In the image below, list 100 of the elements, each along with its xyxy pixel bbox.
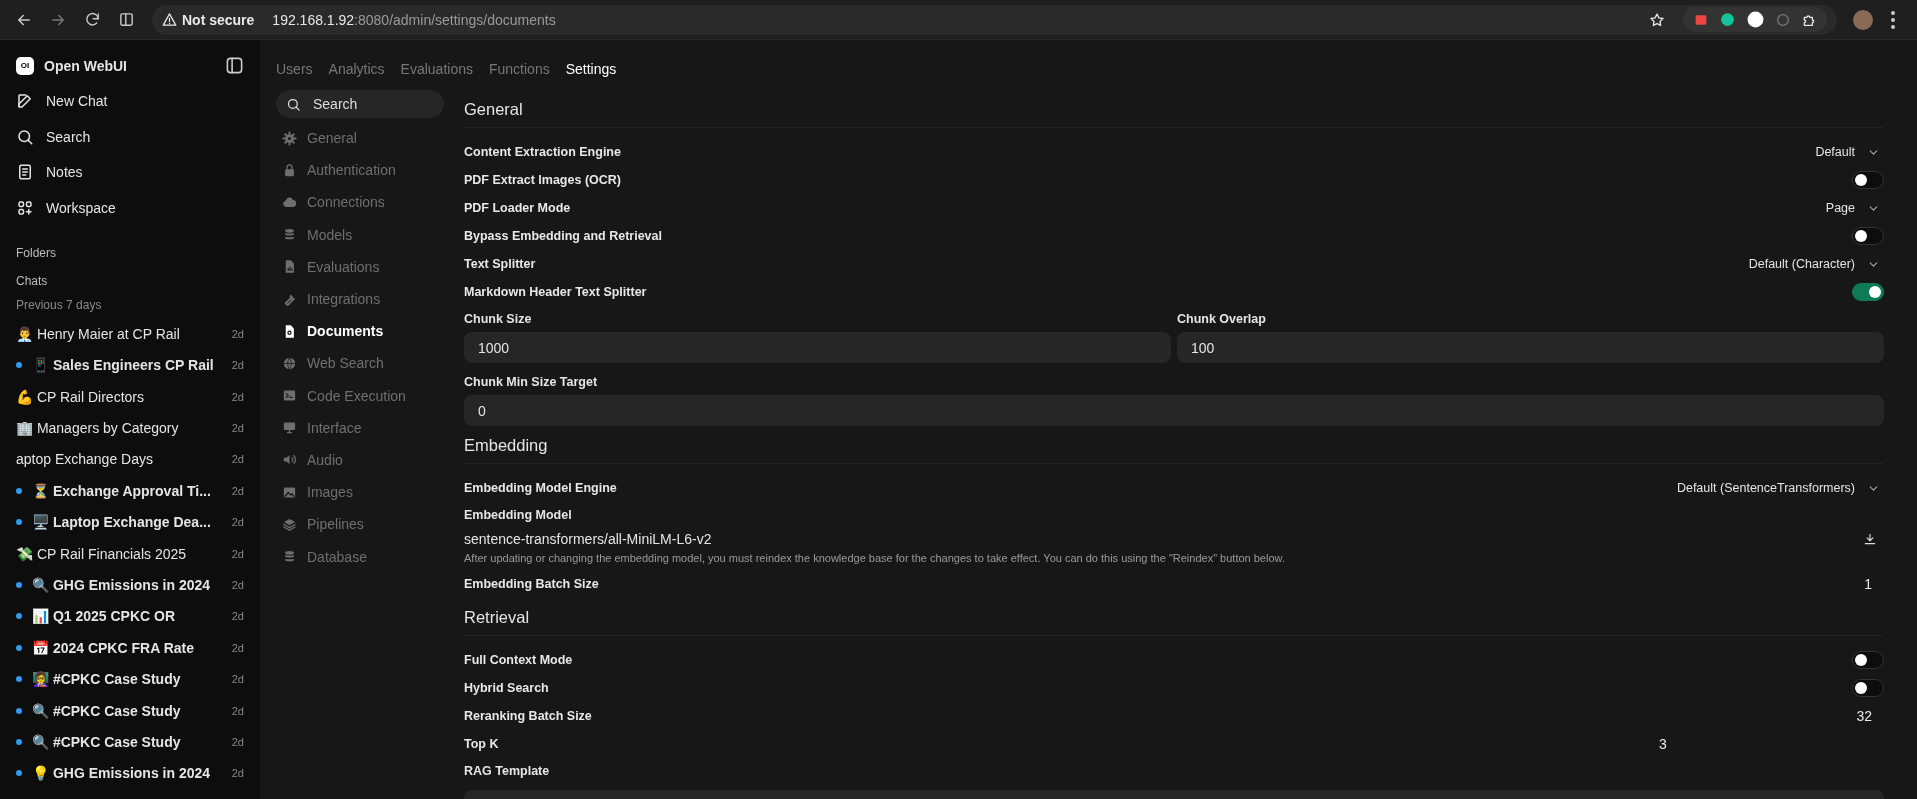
chat-item[interactable]: 📊 Q1 2025 CPKC OR 2d [8, 600, 252, 633]
pencil-icon [16, 91, 34, 110]
sidebar-item[interactable]: Search [8, 118, 252, 155]
chat-title: 📅 2024 CPKC FRA Rate [32, 639, 195, 656]
settings-nav-item[interactable]: Connections [276, 186, 444, 219]
chat-item[interactable]: 📱 Sales Engineers CP Rail 2d [8, 349, 252, 381]
toggle-switch[interactable] [1852, 651, 1884, 669]
settings-nav-item[interactable]: General [276, 122, 444, 155]
field-label: RAG Template [464, 763, 551, 780]
chat-title: 💡 GHG Emissions in 2024 [32, 765, 212, 782]
select-dropdown[interactable]: Default (Character) [1748, 257, 1884, 271]
search-icon [16, 127, 34, 146]
chat-item[interactable]: 👩‍🏫 #CPKC Case Study 2d [8, 663, 252, 695]
chat-title: 💸 CP Rail Financials 2025 [16, 545, 188, 562]
chat-time: 2d [230, 578, 244, 591]
chat-title: 🔍 #CPKC Case Study [32, 734, 182, 750]
split-view-icon [117, 11, 135, 28]
chat-time: 2d [230, 547, 244, 560]
lock-icon [282, 162, 297, 178]
input-field[interactable]: 100 [1177, 332, 1884, 363]
url-text[interactable]: 192.168.1.92:8080/admin/settings/documents [272, 11, 556, 28]
number-value[interactable]: 32 [1856, 708, 1872, 724]
chat-item[interactable]: 💡 GHG Emissions in 2024 2d [8, 757, 252, 790]
toggle-switch[interactable] [1852, 283, 1884, 301]
select-dropdown[interactable]: Default [1815, 145, 1884, 159]
chat-title: ⏳ Exchange Approval Ti... [32, 482, 212, 499]
settings-nav-item[interactable]: Database [276, 540, 444, 573]
input-field[interactable]: 1000 [464, 332, 1171, 363]
number-value[interactable]: 3 [1659, 736, 1667, 752]
group-label: Previous 7 days [15, 297, 103, 314]
sidebar-toggle-icon[interactable] [225, 56, 244, 75]
admin-tab[interactable]: Analytics [328, 61, 385, 77]
section-label[interactable]: Chats [8, 266, 252, 294]
chat-item[interactable]: 🏢 Managers by Category 2d [8, 412, 252, 444]
settings-nav-item[interactable]: Evaluations [276, 250, 444, 283]
section-heading: Embedding [464, 434, 1884, 464]
chat-item[interactable]: 💸 CP Rail Financials 2025 2d [8, 537, 252, 570]
section-heading: Retrieval [464, 606, 1884, 636]
app-name: Open WebUI [44, 57, 128, 74]
apps-icon [16, 199, 34, 218]
layers-icon [282, 516, 297, 532]
help-text: After updating or changing the embedding model, you must reindex the knowledge base for the changes to take effect. You can do this using the "Reindex" button below. [464, 552, 1286, 564]
address-bar[interactable]: Not secure 192.168.1.92:8080/admin/settings/documents [152, 4, 1837, 35]
settings-nav-item[interactable]: Models [276, 218, 444, 251]
chat-time: 2d [230, 484, 244, 497]
toggle-switch[interactable] [1852, 171, 1884, 189]
admin-tab[interactable]: Settings [565, 61, 617, 77]
chat-time: 2d [230, 641, 244, 654]
chat-item[interactable]: 👨‍💼 Henry Maier at CP Rail 2d [8, 318, 252, 350]
settings-nav-item[interactable]: Documents [276, 315, 444, 348]
toggle-switch[interactable] [1852, 679, 1884, 697]
chat-item[interactable]: 🔍 #CPKC Case Study 2d [8, 694, 252, 727]
setting-label: PDF Loader Mode [464, 201, 572, 215]
settings-nav-item[interactable]: Authentication [276, 154, 444, 187]
chat-item[interactable]: aptop Exchange Days 2d [8, 443, 252, 476]
settings-nav-item[interactable]: Pipelines [276, 508, 444, 541]
profile-avatar[interactable] [1853, 9, 1873, 30]
admin-tab[interactable]: Evaluations [400, 61, 473, 77]
settings-nav-item[interactable]: Interface [276, 411, 444, 444]
chat-title: 👨‍💼 Henry Maier at CP Rail [16, 325, 181, 342]
sidebar-item[interactable]: New Chat [8, 83, 252, 119]
chat-title: aptop Exchange Days [16, 451, 154, 468]
search-field[interactable]: Search [311, 90, 434, 118]
warning-icon [162, 12, 177, 27]
section-label[interactable]: Folders [8, 238, 252, 266]
reload-icon [83, 11, 101, 28]
sidebar-item[interactable]: Workspace [8, 190, 252, 226]
search-icon [286, 96, 301, 112]
section-heading: General [464, 98, 1884, 128]
chat-title: 👩‍🏫 #CPKC Case Study [32, 671, 182, 688]
sidebar-item[interactable]: Notes [8, 154, 252, 191]
chat-item[interactable]: 📅 2024 CPKC FRA Rate 2d [8, 632, 252, 664]
setting-label: Embedding Batch Size [464, 577, 600, 591]
chat-item[interactable]: 🔍 GHG Emissions in 2024 2d [8, 569, 252, 601]
settings-nav-item[interactable]: Audio [276, 443, 444, 477]
chat-title: 🔍 GHG Emissions in 2024 [32, 576, 212, 593]
chat-title: 💪 CP Rail Directors [16, 388, 145, 405]
settings-nav-item[interactable]: Code Execution [276, 379, 444, 412]
input-field[interactable]: 0 [464, 395, 1884, 426]
terminal-icon [282, 388, 297, 404]
settings-nav-item[interactable]: Web Search [276, 347, 444, 380]
security-label[interactable]: Not secure [182, 11, 255, 28]
field-label: Chunk Min Size Target [464, 374, 599, 391]
toggle-switch[interactable] [1852, 227, 1884, 245]
bookmark-star-icon[interactable] [1649, 11, 1665, 28]
admin-tab[interactable]: Users [276, 61, 313, 77]
settings-nav-item[interactable]: Integrations [276, 282, 444, 316]
chat-time: 2d [230, 390, 244, 403]
model-name: sentence-transformers/all-MiniLM-L6-v2 [464, 531, 713, 547]
chat-item[interactable]: 💪 CP Rail Directors 2d [8, 380, 252, 413]
chat-item[interactable]: 🖥 Laptop Exchange Dea... 2d [8, 506, 252, 538]
select-dropdown[interactable]: Default (SentenceTransformers) [1676, 481, 1884, 495]
admin-tab[interactable]: Functions [489, 61, 550, 77]
select-dropdown[interactable]: Page [1825, 201, 1884, 215]
settings-search-bar[interactable]: Search [276, 90, 444, 118]
chat-item[interactable]: 🔍 #CPKC Case Study 2d [8, 726, 252, 758]
number-value[interactable]: 1 [1864, 576, 1872, 592]
chat-time: 2d [230, 327, 244, 340]
settings-nav-item[interactable]: Images [276, 476, 444, 509]
chat-item[interactable]: ⏳ Exchange Approval Ti... 2d [8, 475, 252, 507]
